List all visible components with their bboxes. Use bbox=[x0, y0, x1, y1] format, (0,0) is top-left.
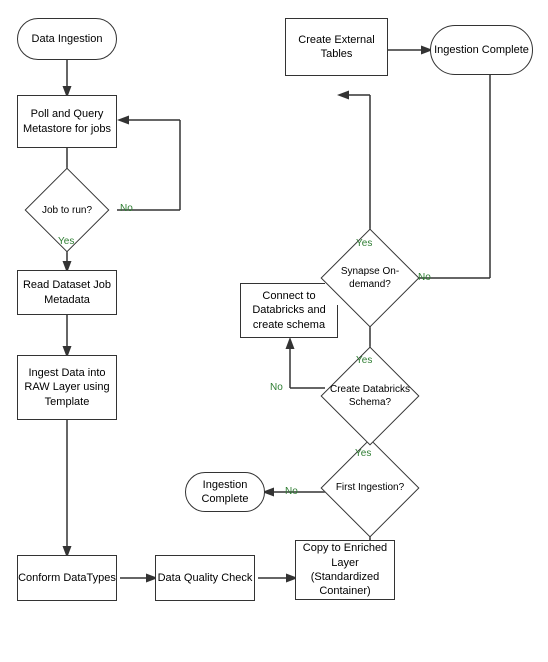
read-dataset-node: Read Dataset Job Metadata bbox=[17, 270, 117, 315]
copy-enriched-node: Copy to Enriched Layer (Standardized Con… bbox=[295, 540, 395, 600]
synapse-yes-label: Yes bbox=[356, 238, 372, 249]
synapse-ondemand-node: Synapse On-demand? bbox=[325, 250, 415, 305]
job-to-run-node: Job to run? bbox=[17, 188, 117, 232]
job-yes-label: Yes bbox=[58, 236, 74, 247]
conform-datatypes-node: Conform DataTypes bbox=[17, 555, 117, 601]
data-quality-node: Data Quality Check bbox=[155, 555, 255, 601]
create-databricks-node: Create Databricks Schema? bbox=[325, 368, 415, 423]
first-ingestion-node: First Ingestion? bbox=[325, 460, 415, 515]
ingestion-complete-top-node: Ingestion Complete bbox=[430, 25, 533, 75]
db-yes-label: Yes bbox=[356, 355, 372, 366]
synapse-no-label: No bbox=[418, 272, 431, 283]
ingest-data-node: Ingest Data into RAW Layer using Templat… bbox=[17, 355, 117, 420]
data-ingestion-node: Data Ingestion bbox=[17, 18, 117, 60]
first-yes-label: Yes bbox=[355, 448, 371, 459]
ingestion-complete-mid-node: Ingestion Complete bbox=[185, 472, 265, 512]
create-external-node: Create External Tables bbox=[285, 18, 388, 76]
first-no-label: No bbox=[285, 486, 298, 497]
poll-query-node: Poll and Query Metastore for jobs bbox=[17, 95, 117, 148]
connect-databricks-node: Connect to Databricks and create schema bbox=[240, 283, 338, 338]
job-no-label: No bbox=[120, 203, 133, 214]
db-no-label: No bbox=[270, 382, 283, 393]
